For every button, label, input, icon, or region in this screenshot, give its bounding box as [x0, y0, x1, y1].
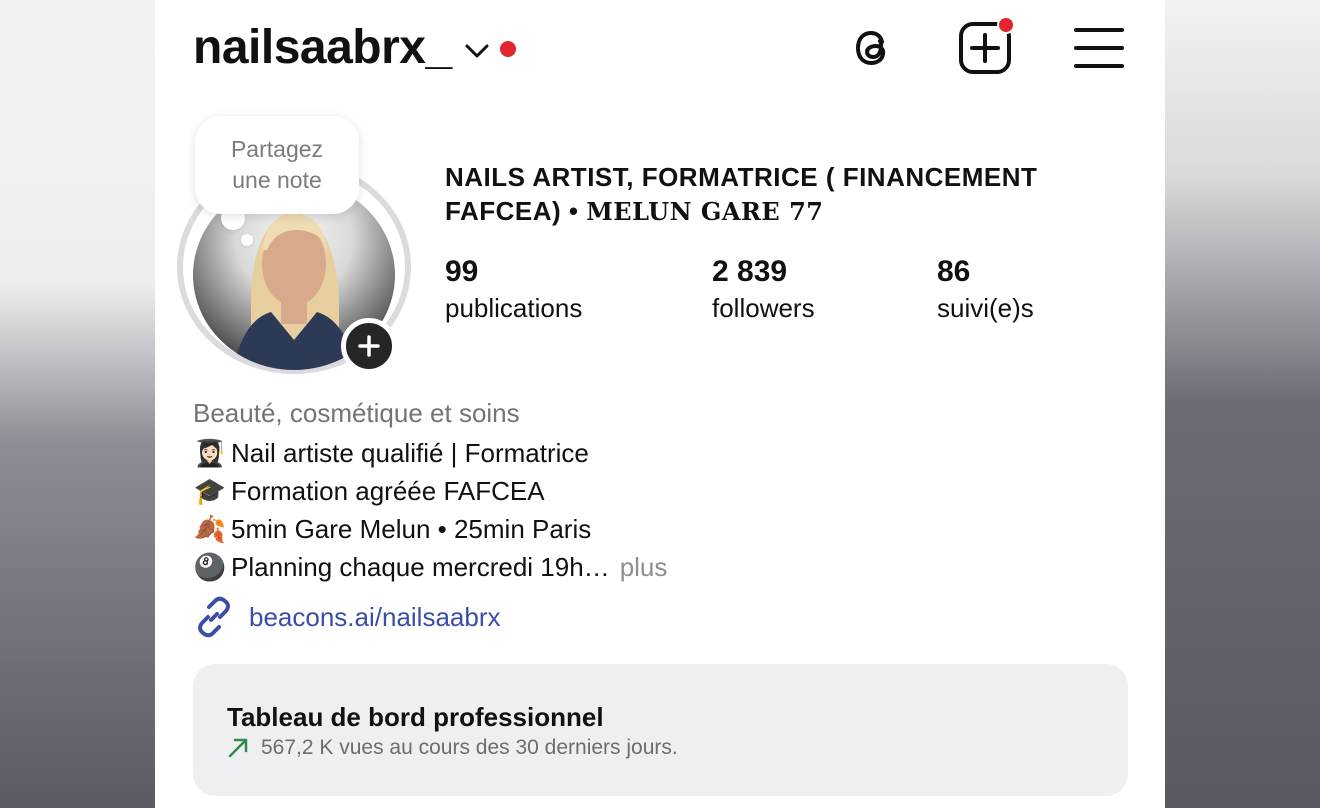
display-name-part2: MELUN GARE 77 — [586, 197, 824, 226]
followers-count: 2 839 — [712, 255, 788, 288]
bio-link-text: beacons.ai/nailsaabrx — [249, 601, 501, 632]
bio-line-text: Formation agréée FAFCEA — [231, 475, 545, 506]
leaves-emoji-icon: 🍂 — [193, 514, 227, 544]
stat-posts[interactable]: 99 publications — [445, 254, 582, 326]
graduation-cap-emoji-icon: 🎓 — [193, 476, 227, 506]
following-count: 86 — [937, 255, 971, 288]
following-label: suivi(e)s — [937, 293, 1034, 323]
add-story-icon — [358, 335, 380, 357]
followers-label: followers — [712, 293, 815, 323]
share-note-text: Partagez une note — [231, 134, 323, 196]
dashboard-title: Tableau de bord professionnel — [227, 702, 604, 732]
professional-dashboard-card[interactable]: Tableau de bord professionnel 567,2 K vu… — [193, 664, 1128, 796]
stat-followers[interactable]: 2 839 followers — [712, 254, 815, 326]
profile-display-name: NAILS ARTIST, FORMATRICE ( FINANCEMENT F… — [445, 160, 1125, 229]
new-post-notification-dot — [997, 16, 1015, 34]
bio-more-link[interactable]: plus — [620, 552, 668, 583]
bio-line-text: 5min Gare Melun • 25min Paris — [231, 513, 592, 544]
add-story-button[interactable] — [341, 318, 397, 374]
share-note-line1: Partagez — [230, 136, 324, 162]
eight-ball-emoji-icon: 🎱 — [193, 552, 227, 582]
trend-up-icon — [228, 738, 248, 758]
share-note-bubble[interactable]: Partagez une note — [195, 116, 359, 214]
account-switcher[interactable]: nailsaabrx_ — [193, 20, 516, 75]
background-right — [1165, 0, 1320, 808]
threads-icon[interactable] — [845, 20, 901, 76]
stat-following[interactable]: 86 suivi(e)s — [937, 254, 1034, 326]
notification-dot — [499, 40, 516, 57]
menu-icon[interactable] — [1071, 20, 1127, 76]
profile-category: Beauté, cosmétique et soins — [193, 398, 520, 428]
bio-line: 🎓 Formation agréée FAFCEA — [193, 474, 545, 508]
posts-label: publications — [445, 293, 583, 323]
dashboard-subtitle: 567,2 K vues au cours des 30 derniers jo… — [261, 736, 678, 759]
username: nailsaabrx_ — [193, 21, 452, 74]
dashboard-subtitle-row: 567,2 K vues au cours des 30 derniers jo… — [227, 736, 678, 760]
bio-line: 🎱 Planning chaque mercredi 19h… plus — [193, 550, 668, 584]
share-note-line2: une note — [232, 167, 322, 193]
bio-link[interactable]: beacons.ai/nailsaabrx — [193, 596, 501, 638]
bio-line-text: Planning chaque mercredi 19h… — [231, 551, 610, 582]
profile-screen: nailsaabrx_ Partagez une note NAILS ARTI… — [155, 0, 1165, 808]
bio-line: 👩🏻‍🎓 Nail artiste qualifié | Formatrice — [193, 436, 589, 470]
link-icon — [198, 596, 230, 638]
note-bubble-tail-small — [241, 234, 253, 246]
chevron-down-icon — [465, 44, 489, 57]
bio-line: 🍂 5min Gare Melun • 25min Paris — [193, 512, 591, 546]
bio-line-text: Nail artiste qualifié | Formatrice — [231, 437, 589, 468]
posts-count: 99 — [445, 255, 479, 288]
background-left — [0, 0, 155, 808]
graduate-emoji-icon: 👩🏻‍🎓 — [193, 438, 227, 468]
